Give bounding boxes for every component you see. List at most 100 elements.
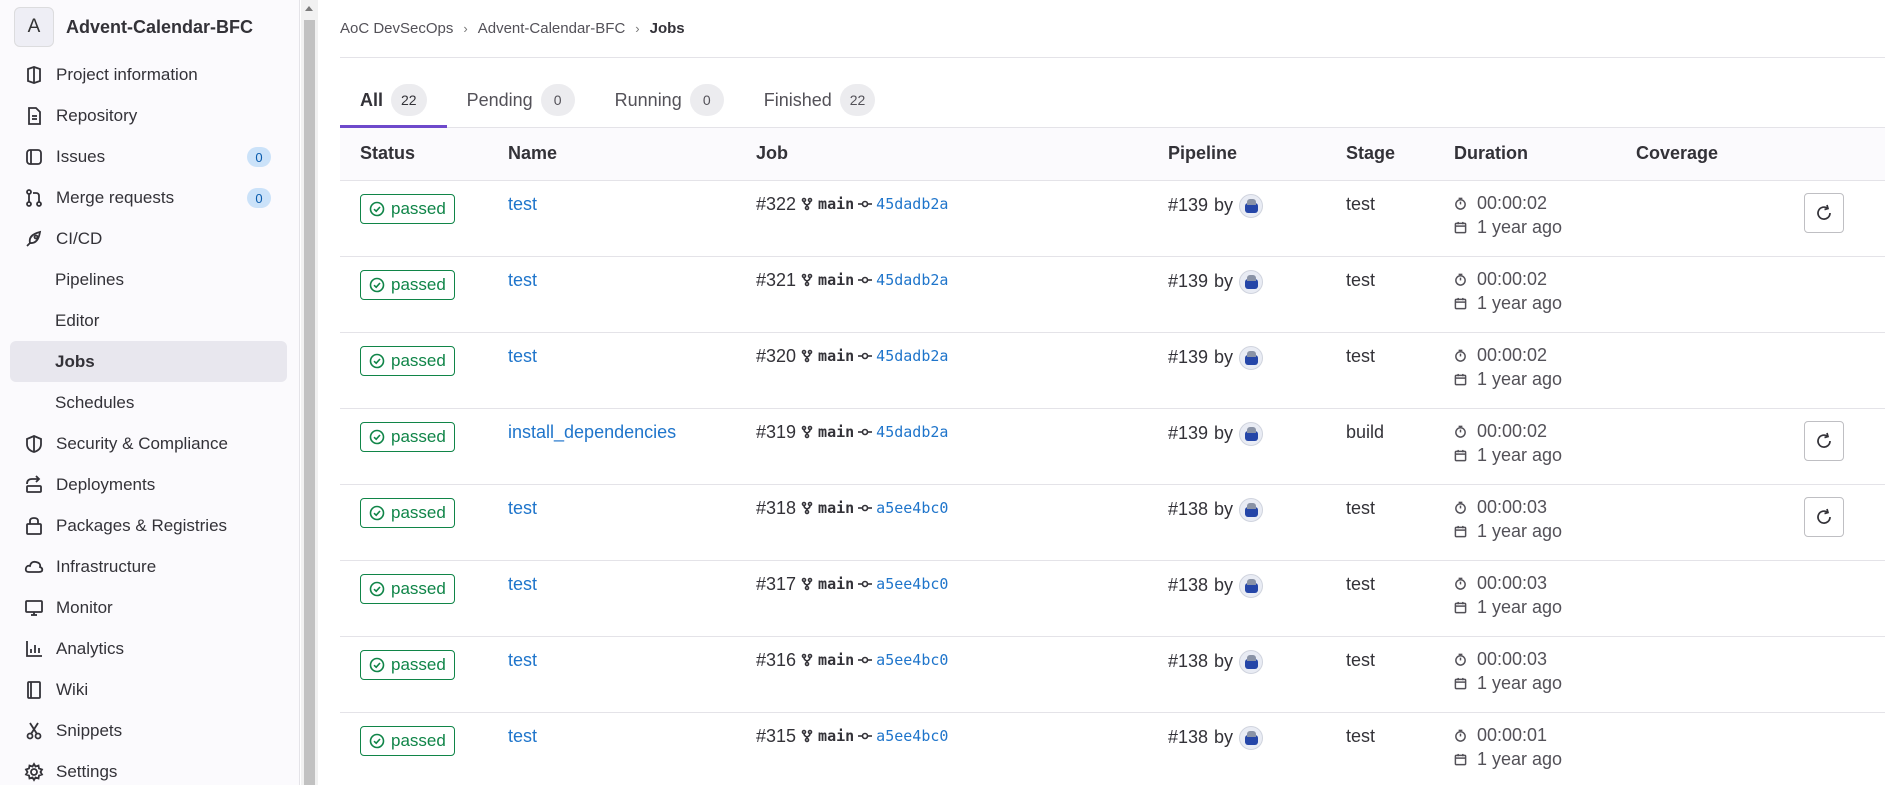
branch-name[interactable]: main	[818, 347, 854, 365]
pipeline-id[interactable]: #139	[1168, 347, 1208, 368]
duration-cell: 00:00:03 1 year ago	[1454, 560, 1636, 636]
user-avatar[interactable]	[1239, 725, 1264, 750]
project-avatar[interactable]: A	[14, 7, 54, 47]
sidebar-item-settings[interactable]: Settings	[0, 751, 299, 785]
job-name-link[interactable]: test	[508, 270, 537, 290]
sidebar-scrollbar[interactable]	[301, 0, 318, 785]
status-badge[interactable]: passed	[360, 497, 455, 528]
job-name-link[interactable]: test	[508, 726, 537, 746]
branch-name[interactable]: main	[818, 271, 854, 289]
status-badge[interactable]: passed	[360, 573, 455, 604]
status-badge[interactable]: passed	[360, 269, 455, 300]
job-name-link[interactable]: install_dependencies	[508, 422, 676, 442]
pipeline-id[interactable]: #139	[1168, 271, 1208, 292]
retry-button[interactable]	[1804, 420, 1844, 461]
tab-running[interactable]: Running 0	[595, 73, 744, 127]
tab-count: 22	[839, 84, 876, 116]
sidebar-item-monitor[interactable]: Monitor	[0, 587, 299, 628]
user-avatar[interactable]	[1239, 193, 1264, 218]
tab-pending[interactable]: Pending 0	[447, 73, 595, 127]
branch-name[interactable]: main	[818, 575, 854, 593]
job-id[interactable]: #320	[756, 346, 796, 367]
job-name-link[interactable]: test	[508, 498, 537, 518]
commit-icon	[858, 653, 873, 667]
commit-sha-link[interactable]: 45dadb2a	[876, 423, 948, 441]
breadcrumb-group[interactable]: AoC DevSecOps	[340, 20, 453, 37]
sidebar-subitem-pipelines[interactable]: Pipelines	[0, 259, 299, 300]
user-avatar[interactable]	[1239, 497, 1264, 522]
duration-text: 00:00:02	[1477, 345, 1548, 365]
sidebar-item-issues[interactable]: Issues 0	[0, 136, 299, 177]
sidebar-item-snippets[interactable]: Snippets	[0, 710, 299, 751]
pipeline-id[interactable]: #138	[1168, 651, 1208, 672]
project-name[interactable]: Advent-Calendar-BFC	[66, 17, 253, 38]
scroll-up-arrow[interactable]	[305, 6, 313, 11]
pipeline-id[interactable]: #139	[1168, 423, 1208, 444]
branch-name[interactable]: main	[818, 727, 854, 745]
sidebar-item-infrastructure[interactable]: Infrastructure	[0, 546, 299, 587]
status-badge[interactable]: passed	[360, 345, 455, 376]
status-badge[interactable]: passed	[360, 193, 455, 224]
job-id[interactable]: #319	[756, 422, 796, 443]
breadcrumb-project[interactable]: Advent-Calendar-BFC	[478, 20, 626, 37]
commit-sha-link[interactable]: 45dadb2a	[876, 271, 948, 289]
retry-button[interactable]	[1804, 496, 1844, 537]
user-avatar[interactable]	[1239, 573, 1264, 598]
tab-finished[interactable]: Finished 22	[744, 73, 896, 127]
commit-sha-link[interactable]: 45dadb2a	[876, 347, 948, 365]
tab-all[interactable]: All 22	[340, 73, 447, 128]
commit-sha-link[interactable]: 45dadb2a	[876, 195, 948, 213]
job-id[interactable]: #316	[756, 650, 796, 671]
sidebar-item-packages-registries[interactable]: Packages & Registries	[0, 505, 299, 546]
job-id[interactable]: #322	[756, 194, 796, 215]
branch-name[interactable]: main	[818, 651, 854, 669]
job-name-link[interactable]: test	[508, 650, 537, 670]
sidebar-subitem-jobs[interactable]: Jobs	[10, 341, 287, 382]
branch-name[interactable]: main	[818, 423, 854, 441]
commit-icon	[858, 425, 873, 439]
sidebar-item-repository[interactable]: Repository	[0, 95, 299, 136]
sidebar-item-merge-requests[interactable]: Merge requests 0	[0, 177, 299, 218]
breadcrumb-current[interactable]: Jobs	[650, 20, 685, 37]
scroll-thumb[interactable]	[304, 20, 315, 785]
sidebar-subitem-editor[interactable]: Editor	[0, 300, 299, 341]
job-name-link[interactable]: test	[508, 574, 537, 594]
commit-sha-link[interactable]: a5ee4bc0	[876, 651, 948, 669]
user-avatar[interactable]	[1239, 649, 1264, 674]
branch-name[interactable]: main	[818, 195, 854, 213]
branch-name[interactable]: main	[818, 499, 854, 517]
job-id[interactable]: #321	[756, 270, 796, 291]
status-badge[interactable]: passed	[360, 725, 455, 756]
status-cell: passed	[340, 180, 508, 256]
monitor-icon	[22, 597, 46, 619]
pipeline-id[interactable]: #138	[1168, 727, 1208, 748]
user-avatar[interactable]	[1239, 269, 1264, 294]
sidebar-item-deployments[interactable]: Deployments	[0, 464, 299, 505]
user-avatar[interactable]	[1239, 345, 1264, 370]
status-badge[interactable]: passed	[360, 649, 455, 680]
pipeline-cell: #138 by	[1168, 712, 1346, 785]
user-avatar[interactable]	[1239, 421, 1264, 446]
branch-icon	[800, 197, 814, 211]
job-id[interactable]: #318	[756, 498, 796, 519]
pipeline-id[interactable]: #138	[1168, 499, 1208, 520]
job-name-link[interactable]: test	[508, 346, 537, 366]
sidebar-item-wiki[interactable]: Wiki	[0, 669, 299, 710]
retry-button[interactable]	[1804, 192, 1844, 233]
sidebar-item-cicd[interactable]: CI/CD	[0, 218, 299, 259]
sidebar-item-analytics[interactable]: Analytics	[0, 628, 299, 669]
pipeline-id[interactable]: #139	[1168, 195, 1208, 216]
duration-text: 00:00:03	[1477, 573, 1548, 593]
status-badge[interactable]: passed	[360, 421, 455, 452]
sidebar-item-project-information[interactable]: Project information	[0, 54, 299, 95]
job-id[interactable]: #315	[756, 726, 796, 747]
commit-sha-link[interactable]: a5ee4bc0	[876, 575, 948, 593]
pipeline-id[interactable]: #138	[1168, 575, 1208, 596]
job-id[interactable]: #317	[756, 574, 796, 595]
project-header[interactable]: A Advent-Calendar-BFC	[0, 0, 299, 54]
sidebar-item-security-compliance[interactable]: Security & Compliance	[0, 423, 299, 464]
job-name-link[interactable]: test	[508, 194, 537, 214]
commit-sha-link[interactable]: a5ee4bc0	[876, 727, 948, 745]
sidebar-subitem-schedules[interactable]: Schedules	[0, 382, 299, 423]
commit-sha-link[interactable]: a5ee4bc0	[876, 499, 948, 517]
